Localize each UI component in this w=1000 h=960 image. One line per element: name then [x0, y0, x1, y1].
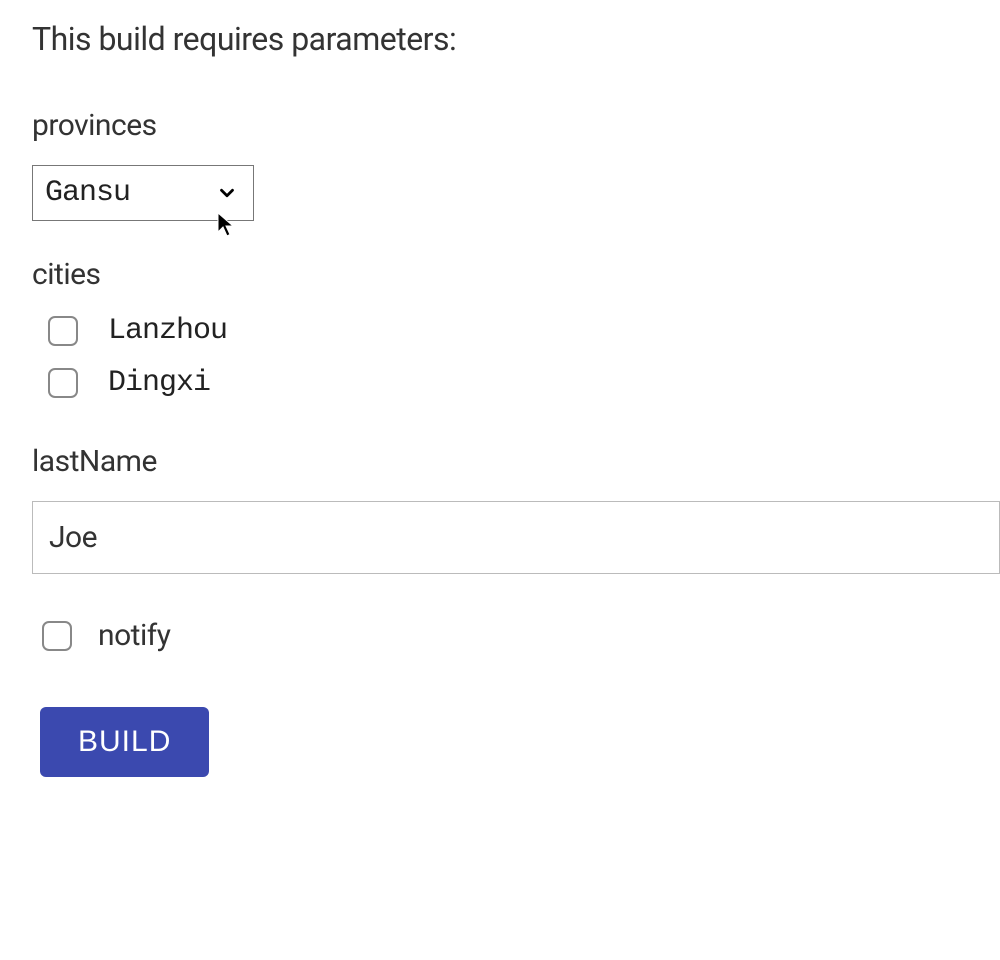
page-heading: This build requires parameters:: [32, 20, 1000, 58]
city-checkbox-lanzhou[interactable]: [48, 316, 78, 346]
cities-list: Lanzhou Dingxi: [32, 314, 1000, 400]
city-label: Lanzhou: [108, 314, 227, 348]
lastname-label: lastName: [32, 444, 1000, 479]
city-label: Dingxi: [108, 366, 210, 400]
notify-label: notify: [98, 618, 170, 653]
city-checkbox-dingxi[interactable]: [48, 368, 78, 398]
lastname-input[interactable]: [32, 501, 1000, 574]
list-item: Lanzhou: [48, 314, 1000, 348]
notify-checkbox[interactable]: [42, 621, 72, 651]
cities-label: cities: [32, 257, 1000, 292]
provinces-label: provinces: [32, 108, 1000, 143]
list-item: Dingxi: [48, 366, 1000, 400]
provinces-select[interactable]: Gansu: [32, 165, 254, 221]
provinces-select-wrap: Gansu: [32, 165, 254, 221]
build-button[interactable]: BUILD: [40, 707, 209, 777]
notify-row: notify: [32, 618, 1000, 653]
